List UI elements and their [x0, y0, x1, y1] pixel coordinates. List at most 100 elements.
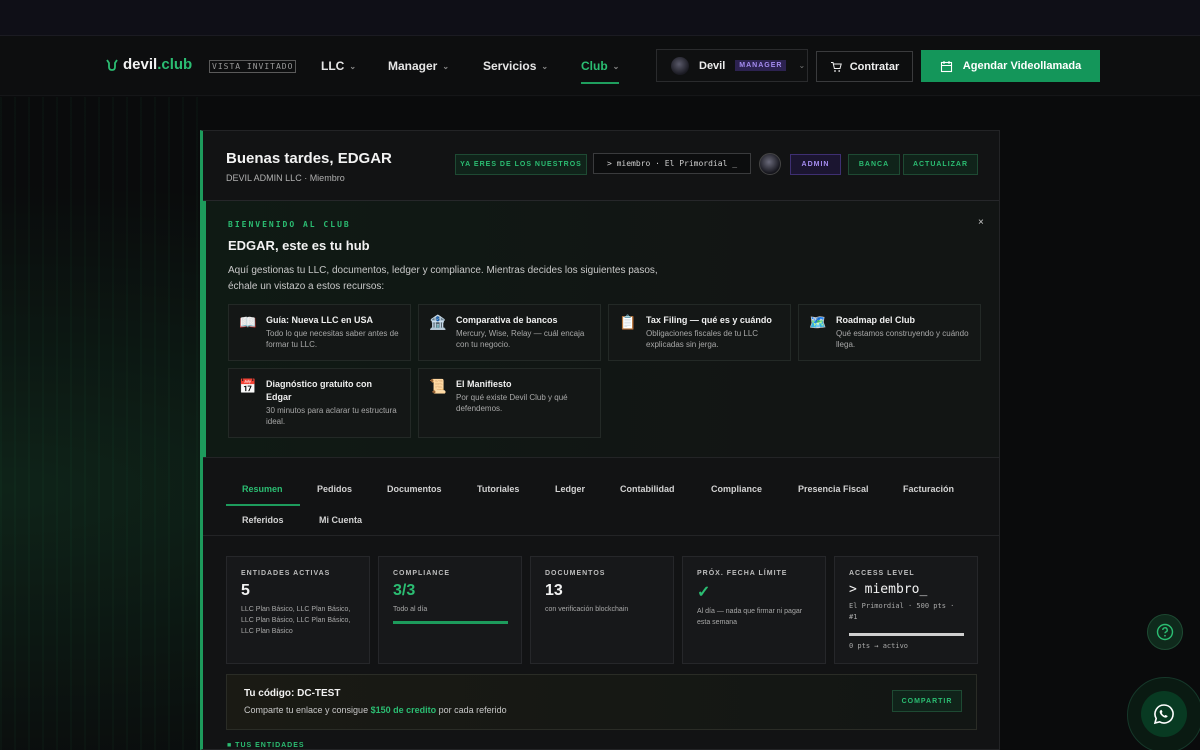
brand-name: devil.club [123, 56, 193, 73]
resource-card-title: Diagnóstico gratuito con Edgar [266, 379, 373, 402]
tab-pedidos[interactable]: Pedidos [317, 484, 352, 494]
referral-code: Tu código: DC-TEST [244, 688, 341, 699]
resource-card-desc: Por qué existe Devil Club y qué defendem… [456, 393, 568, 413]
member-terminal-chip: > miembro · El Primordial _ [593, 153, 751, 174]
cart-icon [830, 61, 842, 72]
bank-icon: 🏦 [429, 314, 447, 330]
resource-card-desc: 30 minutos para aclarar tu estructura id… [266, 406, 397, 426]
welcome-description: Aquí gestionas tu LLC, documentos, ledge… [228, 265, 658, 292]
nav-link-llc[interactable]: LLC ⌄ [321, 59, 356, 73]
book-icon: 📖 [239, 314, 257, 330]
greeting-subtitle: DEVIL ADMIN LLC · Miembro [226, 173, 345, 183]
tab-ledger[interactable]: Ledger [555, 484, 585, 494]
whatsapp-button[interactable] [1141, 691, 1187, 737]
user-name: Devil [699, 59, 726, 72]
resource-card-title: Tax Filing — qué es y cuándo [646, 315, 772, 325]
stat-subtext: LLC Plan Básico, LLC Plan Básico, LLC Pl… [241, 606, 351, 635]
agendar-videollamada-button[interactable]: Agendar Videollamada [921, 50, 1100, 82]
stat-value: 3/3 [393, 582, 416, 599]
active-tab-indicator [226, 504, 300, 506]
resource-card-diagnostico[interactable]: 📅 Diagnóstico gratuito con Edgar 30 minu… [228, 368, 411, 438]
tab-referidos[interactable]: Referidos [242, 515, 284, 525]
tab-resumen[interactable]: Resumen [242, 484, 283, 494]
stat-documentos: DOCUMENTOS 13 con verificación blockchai… [530, 556, 674, 664]
role-badge: MANAGER [735, 60, 787, 71]
resource-card-title: El Manifiesto [456, 379, 512, 389]
guest-view-badge[interactable]: VISTA INVITADO [209, 60, 297, 73]
profile-avatar[interactable] [759, 153, 781, 175]
welcome-kicker: BIENVENIDO AL CLUB [228, 220, 351, 229]
help-button[interactable] [1147, 614, 1183, 650]
stat-compliance: COMPLIANCE 3/3 Todo al día [378, 556, 522, 664]
stat-subtext: El Primordial · 500 pts · #1 [849, 602, 955, 621]
brand-logo[interactable]: devil.club [105, 56, 192, 73]
stat-label: DOCUMENTOS [545, 570, 606, 577]
browser-top-strip [0, 0, 1200, 36]
welcome-title: EDGAR, este es tu hub [228, 238, 370, 253]
tab-contabilidad[interactable]: Contabilidad [620, 484, 675, 494]
resource-card-manifiesto[interactable]: 📜 El Manifiesto Por qué existe Devil Clu… [418, 368, 601, 438]
welcome-banner: BIENVENIDO AL CLUB EDGAR, este es tu hub… [203, 201, 999, 457]
referral-description: Comparte tu enlace y consigue $150 de cr… [244, 705, 507, 715]
member-status-chip: YA ERES DE LOS NUESTROS [455, 154, 587, 175]
whatsapp-icon [1153, 704, 1174, 725]
resource-card-desc: Mercury, Wise, Relay — cuál encaja con t… [456, 329, 585, 349]
compartir-button[interactable]: COMPARTIR [892, 690, 962, 712]
resource-card-roadmap[interactable]: 🗺️ Roadmap del Club Qué estamos construy… [798, 304, 981, 361]
compliance-progress-bar [393, 621, 508, 624]
resource-card-bancos[interactable]: 🏦 Comparativa de bancos Mercury, Wise, R… [418, 304, 601, 361]
clipboard-icon: 📋 [619, 314, 637, 330]
chevron-down-icon: ⌄ [442, 61, 450, 71]
map-icon: 🗺️ [809, 314, 827, 330]
resource-card-desc: Qué estamos construyendo y cuándo llega. [836, 329, 969, 349]
section-title-entidades: ■ TUS ENTIDADES [227, 742, 305, 749]
referral-box: Tu código: DC-TEST Comparte tu enlace y … [226, 674, 977, 730]
stat-access-level: ACCESS LEVEL > miembro_ El Primordial · … [834, 556, 978, 664]
stat-subtext: Todo al día [393, 606, 428, 613]
close-icon[interactable]: × [978, 217, 984, 228]
nav-link-club[interactable]: Club ⌄ [581, 59, 620, 84]
dashboard-panel: Buenas tardes, EDGAR DEVIL ADMIN LLC · M… [200, 130, 1000, 750]
checkmark-icon: ✓ [697, 584, 711, 601]
tab-presencia-fiscal[interactable]: Presencia Fiscal [798, 484, 869, 494]
stat-label: ACCESS LEVEL [849, 570, 915, 577]
nav-link-servicios[interactable]: Servicios ⌄ [483, 59, 548, 73]
tab-documentos[interactable]: Documentos [387, 484, 442, 494]
user-avatar [671, 56, 689, 75]
stat-label: PRÓX. FECHA LÍMITE [697, 570, 788, 577]
resource-card-title: Guía: Nueva LLC en USA [266, 315, 374, 325]
stat-entidades-activas: ENTIDADES ACTIVAS 5 LLC Plan Básico, LLC… [226, 556, 370, 664]
tab-facturacion[interactable]: Facturación [903, 484, 954, 494]
tab-compliance[interactable]: Compliance [711, 484, 762, 494]
resource-card-desc: Todo lo que necesitas saber antes de for… [266, 329, 399, 349]
banca-button[interactable]: BANCA [848, 154, 900, 175]
chevron-down-icon: ⌄ [541, 61, 549, 71]
resource-card-tax-filing[interactable]: 📋 Tax Filing — qué es y cuándo Obligacio… [608, 304, 791, 361]
stat-value: 13 [545, 582, 563, 599]
chevron-down-icon: ⌄ [798, 61, 806, 70]
tabs-divider [203, 457, 999, 458]
tab-mi-cuenta[interactable]: Mi Cuenta [319, 515, 362, 525]
nav-link-manager[interactable]: Manager ⌄ [388, 59, 449, 73]
user-menu[interactable]: Devil MANAGER ⌄ [656, 49, 808, 82]
resource-card-desc: Obligaciones fiscales de tu LLC explicad… [646, 329, 759, 349]
stat-value: > miembro_ [849, 582, 928, 597]
access-level-footnote: 0 pts → activo [849, 642, 909, 650]
devil-logo-icon [106, 59, 118, 71]
tab-tutoriales[interactable]: Tutoriales [477, 484, 519, 494]
greeting-title: Buenas tardes, EDGAR [226, 150, 392, 167]
resource-card-title: Roadmap del Club [836, 315, 916, 325]
stat-value: 5 [241, 582, 250, 599]
stat-subtext: con verificación blockchain [545, 606, 629, 613]
chevron-down-icon: ⌄ [349, 61, 357, 71]
tabs-bottom-divider [203, 535, 999, 536]
calendar-icon: 📅 [239, 378, 257, 394]
contratar-button[interactable]: Contratar [816, 51, 913, 82]
stat-subtext: Al día — nada que firmar ni pagar esta s… [697, 608, 803, 626]
stat-label: ENTIDADES ACTIVAS [241, 570, 331, 577]
admin-chip[interactable]: ADMIN [790, 154, 841, 175]
calendar-icon [940, 60, 952, 72]
stat-proxima-fecha-limite: PRÓX. FECHA LÍMITE ✓ Al día — nada que f… [682, 556, 826, 664]
actualizar-button[interactable]: ACTUALIZAR [903, 154, 978, 175]
resource-card-guia[interactable]: 📖 Guía: Nueva LLC en USA Todo lo que nec… [228, 304, 411, 361]
